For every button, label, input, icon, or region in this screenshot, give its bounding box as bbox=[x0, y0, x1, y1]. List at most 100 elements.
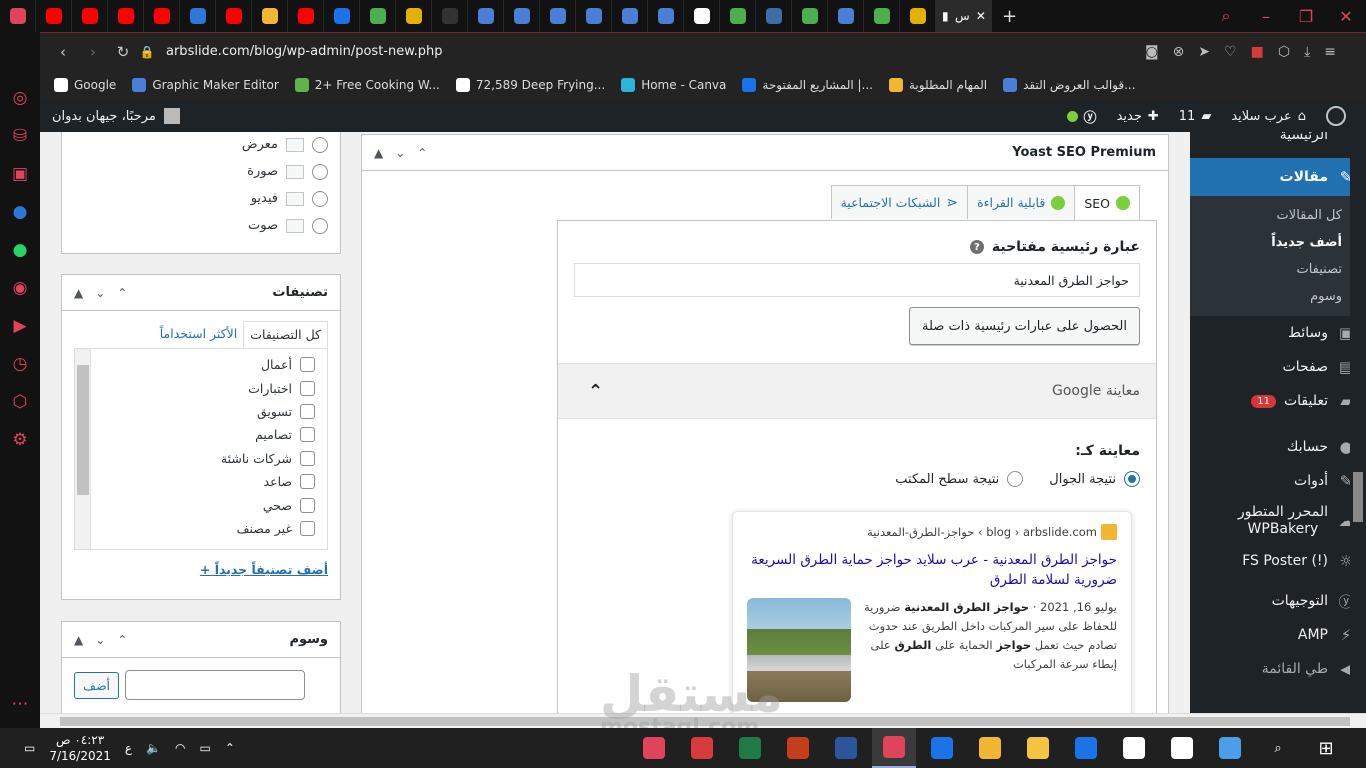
twitch-icon[interactable]: ▣ bbox=[9, 164, 31, 184]
browser-tab[interactable] bbox=[864, 0, 900, 32]
menu-item-wpbakery[interactable]: ☁ المحرر المتطور WPBakery bbox=[1190, 498, 1366, 544]
taskbar-app-icon[interactable] bbox=[1112, 728, 1156, 768]
category-checkbox[interactable] bbox=[300, 450, 315, 466]
chevron-up-icon[interactable]: ⌃ bbox=[225, 741, 235, 755]
category-item[interactable]: أعمال bbox=[75, 353, 327, 376]
forward-icon[interactable]: › bbox=[78, 43, 108, 61]
menu-item-redirects[interactable]: ⓨ التوجيهات bbox=[1190, 584, 1366, 618]
browser-tab[interactable] bbox=[720, 0, 756, 32]
restore-icon[interactable]: ❐ bbox=[1286, 7, 1326, 26]
settings-icon[interactable]: ⚙ bbox=[9, 430, 31, 450]
download-icon[interactable]: ⤓ bbox=[1304, 44, 1310, 60]
browser-tab[interactable] bbox=[432, 0, 468, 32]
cube-icon[interactable]: ⬡ bbox=[1278, 44, 1290, 60]
taskbar-app-icon[interactable] bbox=[1016, 728, 1060, 768]
minimize-icon[interactable]: – bbox=[1246, 7, 1286, 26]
move-up-icon[interactable]: ▲ bbox=[74, 286, 83, 300]
radio-unselected[interactable] bbox=[1007, 471, 1024, 487]
taskbar-app-icon[interactable] bbox=[1160, 728, 1204, 768]
taskbar-search-icon[interactable]: ⌕ bbox=[1256, 728, 1300, 768]
taskbar-app-icon[interactable] bbox=[776, 728, 820, 768]
chevron-up-icon[interactable]: ⌃ bbox=[117, 633, 127, 647]
page-vertical-scrollbar[interactable] bbox=[1350, 132, 1366, 713]
chevron-down-icon[interactable]: ⌄ bbox=[395, 146, 405, 160]
taskbar-app-icon[interactable] bbox=[728, 728, 772, 768]
menu-item-tools[interactable]: ✎ أدوات bbox=[1190, 464, 1366, 498]
taskbar-app-icon[interactable] bbox=[1208, 728, 1252, 768]
taskbar-app-icon[interactable] bbox=[920, 728, 964, 768]
chevron-up-icon[interactable]: ⌃ bbox=[417, 146, 427, 160]
browser-tab[interactable] bbox=[108, 0, 144, 32]
category-checkbox[interactable] bbox=[300, 497, 315, 513]
new-tab-button[interactable]: + bbox=[1002, 6, 1017, 27]
format-radio[interactable] bbox=[312, 163, 328, 180]
bookmark-item[interactable]: 72,589 Deep Frying... bbox=[455, 78, 605, 92]
browser-tab[interactable] bbox=[216, 0, 252, 32]
extension-icon[interactable]: ■ bbox=[1251, 44, 1264, 60]
new-content-link[interactable]: ✚ جديد bbox=[1107, 109, 1169, 124]
taskbar-app-icon[interactable] bbox=[968, 728, 1012, 768]
collapse-menu-button[interactable]: ◀ طي القائمة bbox=[1190, 652, 1366, 686]
desktop-result-option[interactable]: نتيجة سطح المكتب bbox=[895, 471, 1024, 487]
post-format-option[interactable]: فيديو bbox=[62, 185, 340, 212]
history-icon[interactable]: ◷ bbox=[9, 354, 31, 374]
extensions-icon[interactable]: ⬡ bbox=[9, 392, 31, 412]
menu-item-dashboard[interactable]: الرئيسية bbox=[1190, 132, 1366, 146]
post-format-option[interactable]: صوت bbox=[62, 212, 340, 239]
category-item[interactable]: تسويق bbox=[75, 400, 327, 423]
player-icon[interactable]: ▶ bbox=[9, 316, 31, 336]
move-up-icon[interactable]: ▲ bbox=[74, 633, 83, 647]
bookmark-item[interactable]: قوالب العروض التقد... bbox=[1003, 78, 1136, 92]
comments-link[interactable]: ▰ 11 bbox=[1169, 109, 1222, 124]
browser-tab[interactable] bbox=[828, 0, 864, 32]
notification-icon[interactable]: ▭ bbox=[24, 741, 35, 755]
clock[interactable]: ٠٤:٢٣ ص 7/16/2021 bbox=[49, 732, 111, 764]
heart-icon[interactable]: ♡ bbox=[1224, 44, 1237, 60]
whatsapp-icon[interactable]: ● bbox=[9, 240, 31, 260]
bookmark-item[interactable]: Google bbox=[54, 78, 116, 92]
browser-tab[interactable] bbox=[360, 0, 396, 32]
move-up-icon[interactable]: ▲ bbox=[374, 146, 383, 160]
add-new-category-link[interactable]: + أضف تصنيفاً جديداً bbox=[62, 550, 340, 577]
active-tab[interactable]: ▮ س ✕ bbox=[936, 0, 992, 32]
browser-tab[interactable] bbox=[0, 0, 36, 32]
taskbar-app-icon[interactable] bbox=[632, 728, 676, 768]
taskbar-app-icon[interactable] bbox=[872, 728, 916, 768]
snippet-title[interactable]: حواجز الطرق المعدنية - عرب سلايد حواجز ح… bbox=[747, 550, 1117, 590]
adblock-icon[interactable]: ⊗ bbox=[1173, 44, 1185, 60]
browser-tab[interactable] bbox=[72, 0, 108, 32]
camera-icon[interactable]: ◙ bbox=[1145, 44, 1159, 60]
browser-tab[interactable] bbox=[576, 0, 612, 32]
menu-item-fs-poster[interactable]: ☼ FS Poster (!) bbox=[1190, 544, 1366, 578]
tab-seo[interactable]: SEO bbox=[1074, 185, 1140, 220]
browser-tab[interactable] bbox=[612, 0, 648, 32]
instagram-icon[interactable]: ◉ bbox=[9, 278, 31, 298]
chevron-up-icon[interactable]: ⌃ bbox=[117, 286, 127, 300]
browser-tab[interactable] bbox=[756, 0, 792, 32]
language-indicator[interactable]: ع bbox=[125, 741, 132, 755]
browser-tab[interactable] bbox=[504, 0, 540, 32]
category-checkbox[interactable] bbox=[300, 403, 315, 419]
tag-input[interactable] bbox=[125, 670, 306, 700]
browser-tab[interactable] bbox=[324, 0, 360, 32]
category-scrollbar[interactable] bbox=[75, 349, 91, 549]
category-item[interactable]: صحي bbox=[75, 493, 327, 516]
url-field[interactable]: arbslide.com/blog/wp-admin/post-new.php bbox=[166, 44, 443, 59]
menu-item-media[interactable]: ▣ وسائط bbox=[1190, 316, 1366, 350]
browser-tab[interactable] bbox=[648, 0, 684, 32]
taskbar-app-icon[interactable] bbox=[824, 728, 868, 768]
category-checkbox[interactable] bbox=[300, 474, 315, 490]
wp-logo-button[interactable] bbox=[1316, 106, 1356, 126]
menu-item-pages[interactable]: ▤ صفحات bbox=[1190, 350, 1366, 384]
bookmark-item[interactable]: المشاريع المفتوحة |... bbox=[742, 78, 873, 92]
mobile-result-option[interactable]: نتيجة الجوال bbox=[1049, 471, 1140, 487]
category-checkbox[interactable] bbox=[300, 427, 315, 443]
browser-tab[interactable] bbox=[252, 0, 288, 32]
bookmark-item[interactable]: Graphic Maker Editor bbox=[132, 78, 279, 92]
browser-tab[interactable] bbox=[180, 0, 216, 32]
radio-selected[interactable] bbox=[1124, 471, 1140, 487]
category-checkbox[interactable] bbox=[300, 380, 315, 396]
chevron-down-icon[interactable]: ⌄ bbox=[95, 633, 105, 647]
browser-tab[interactable] bbox=[540, 0, 576, 32]
site-name-link[interactable]: ⌂ عرب سلايد bbox=[1221, 109, 1316, 124]
